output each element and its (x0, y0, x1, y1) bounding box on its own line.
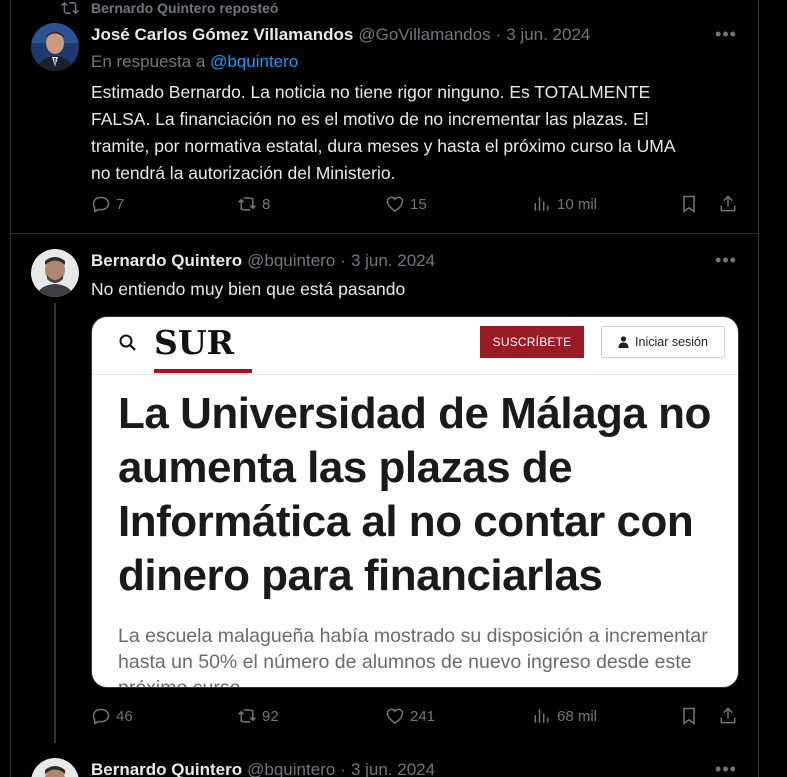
repost-count: 92 (262, 707, 279, 725)
repost-button[interactable]: 92 (237, 706, 279, 726)
tweet-text: Estimado Bernardo. La noticia no tiene r… (91, 79, 676, 187)
separator-dot: · (495, 25, 502, 44)
more-options-button[interactable]: ••• (714, 250, 738, 270)
reply-count: 46 (116, 707, 133, 725)
repost-icon (61, 1, 79, 15)
more-icon: ••• (715, 758, 737, 777)
tweet-text: No entiendo muy bien que está pasando (91, 276, 405, 303)
tweet-date[interactable]: 3 jun. 2024 (351, 760, 435, 777)
tweet-actions: 7 8 15 10 mil (91, 194, 741, 218)
views-icon (534, 197, 549, 211)
tweet-date[interactable]: 3 jun. 2024 (506, 25, 590, 45)
link-preview-card[interactable]: SUR SUSCRÍBETE Iniciar sesión La Univers… (91, 316, 739, 688)
share-button[interactable] (718, 194, 738, 214)
repost-button[interactable]: 8 (237, 194, 270, 214)
like-button[interactable]: 15 (385, 194, 427, 214)
sur-site-header: SUR SUSCRÍBETE Iniciar sesión (92, 317, 738, 375)
subhead-line: próximo curso (118, 677, 241, 688)
tweet-text-line: no tendrá la autorización del Ministerio… (91, 163, 396, 183)
avatar[interactable] (31, 23, 79, 71)
sur-logo: SUR (154, 323, 235, 362)
reply-context: En respuesta a @bquintero (91, 52, 298, 72)
reply-button[interactable]: 46 (91, 706, 133, 726)
reply-count: 7 (116, 195, 125, 213)
views-button[interactable]: 10 mil (532, 194, 597, 214)
like-count: 241 (410, 707, 436, 725)
more-options-button[interactable]: ••• (714, 759, 738, 777)
more-options-button[interactable]: ••• (714, 24, 738, 44)
avatar-image (31, 23, 79, 71)
logo-underline (154, 369, 252, 373)
repost-count: 8 (262, 195, 271, 213)
headline-line: aumenta las plazas de (118, 443, 573, 492)
heart-icon (386, 708, 404, 724)
tweet-header: Bernardo Quintero @bquintero · 3 jun. 20… (91, 760, 435, 777)
share-icon (720, 195, 736, 212)
share-button[interactable] (718, 706, 738, 726)
tweet-text-line: No entiendo muy bien que está pasando (91, 279, 406, 299)
repost-label: Bernardo Quintero reposteó (91, 0, 279, 16)
tweet-divider (11, 233, 758, 234)
headline-line: La Universidad de Málaga no (118, 389, 711, 438)
reply-prefix: En respuesta a (91, 52, 206, 71)
headline-line: Informática al no contar con (118, 497, 694, 546)
reply-button[interactable]: 7 (91, 194, 124, 214)
repost-icon (238, 197, 256, 211)
author-handle[interactable]: @bquintero (247, 760, 335, 777)
separator-dot: · (340, 760, 346, 777)
reply-icon (92, 196, 110, 213)
article-subheadline: La escuela malagueña había mostrado su d… (118, 623, 728, 688)
login-label: Iniciar sesión (635, 335, 708, 349)
timeline-column: Bernardo Quintero reposteó José Carlos G… (10, 0, 759, 777)
tweet-text-line: Estimado Bernardo. La noticia no tiene r… (91, 82, 651, 102)
author-name[interactable]: José Carlos Gómez Villamandos (91, 25, 353, 45)
reply-handle-link[interactable]: @bquintero (210, 52, 298, 71)
heart-icon (386, 196, 404, 212)
avatar-image (31, 758, 79, 777)
subscribe-button: SUSCRÍBETE (480, 326, 584, 358)
bookmark-icon (683, 195, 695, 213)
repost-indicator[interactable]: Bernardo Quintero reposteó (61, 0, 278, 16)
tweet-date[interactable]: 3 jun. 2024 (351, 251, 435, 271)
author-name[interactable]: Bernardo Quintero (91, 760, 242, 777)
tweet-header: José Carlos Gómez Villamandos @GoVillama… (91, 25, 590, 45)
subhead-line: hasta un 50% el número de alumnos de nue… (118, 651, 692, 673)
avatar-image (31, 249, 79, 297)
more-icon: ••• (715, 249, 737, 270)
bookmark-icon (683, 707, 695, 725)
views-count: 10 mil (557, 195, 598, 213)
tweet-text-line: FALSA. La financiación no es el motivo d… (91, 109, 649, 129)
author-handle[interactable]: @bquintero (247, 251, 335, 271)
reply-icon (92, 708, 110, 725)
article-headline: La Universidad de Málaga no aumenta las … (118, 387, 728, 603)
tweet-text-line: tramite, por normativa estatal, dura mes… (91, 136, 676, 156)
headline-line: dinero para financiarlas (118, 551, 603, 600)
tweet-header: Bernardo Quintero @bquintero · 3 jun. 20… (91, 251, 435, 271)
thread-connector (54, 303, 56, 743)
author-name[interactable]: Bernardo Quintero (91, 251, 242, 271)
separator-dot: · (340, 251, 346, 270)
share-icon (720, 707, 736, 724)
avatar[interactable] (31, 758, 79, 777)
search-icon (119, 334, 136, 351)
repost-icon (238, 709, 256, 723)
bookmark-button[interactable] (679, 706, 699, 726)
views-count: 68 mil (557, 707, 598, 725)
login-button: Iniciar sesión (601, 326, 725, 358)
views-button[interactable]: 68 mil (532, 706, 597, 726)
author-handle[interactable]: @GoVillamandos (358, 25, 490, 45)
like-count: 15 (410, 195, 427, 213)
user-icon (618, 336, 629, 348)
more-icon: ••• (715, 23, 737, 44)
tweet-actions: 46 92 241 68 mil (91, 706, 741, 730)
bookmark-button[interactable] (679, 194, 699, 214)
avatar[interactable] (31, 249, 79, 297)
views-icon (534, 709, 549, 723)
like-button[interactable]: 241 (385, 706, 435, 726)
subhead-line: La escuela malagueña había mostrado su d… (118, 625, 708, 647)
